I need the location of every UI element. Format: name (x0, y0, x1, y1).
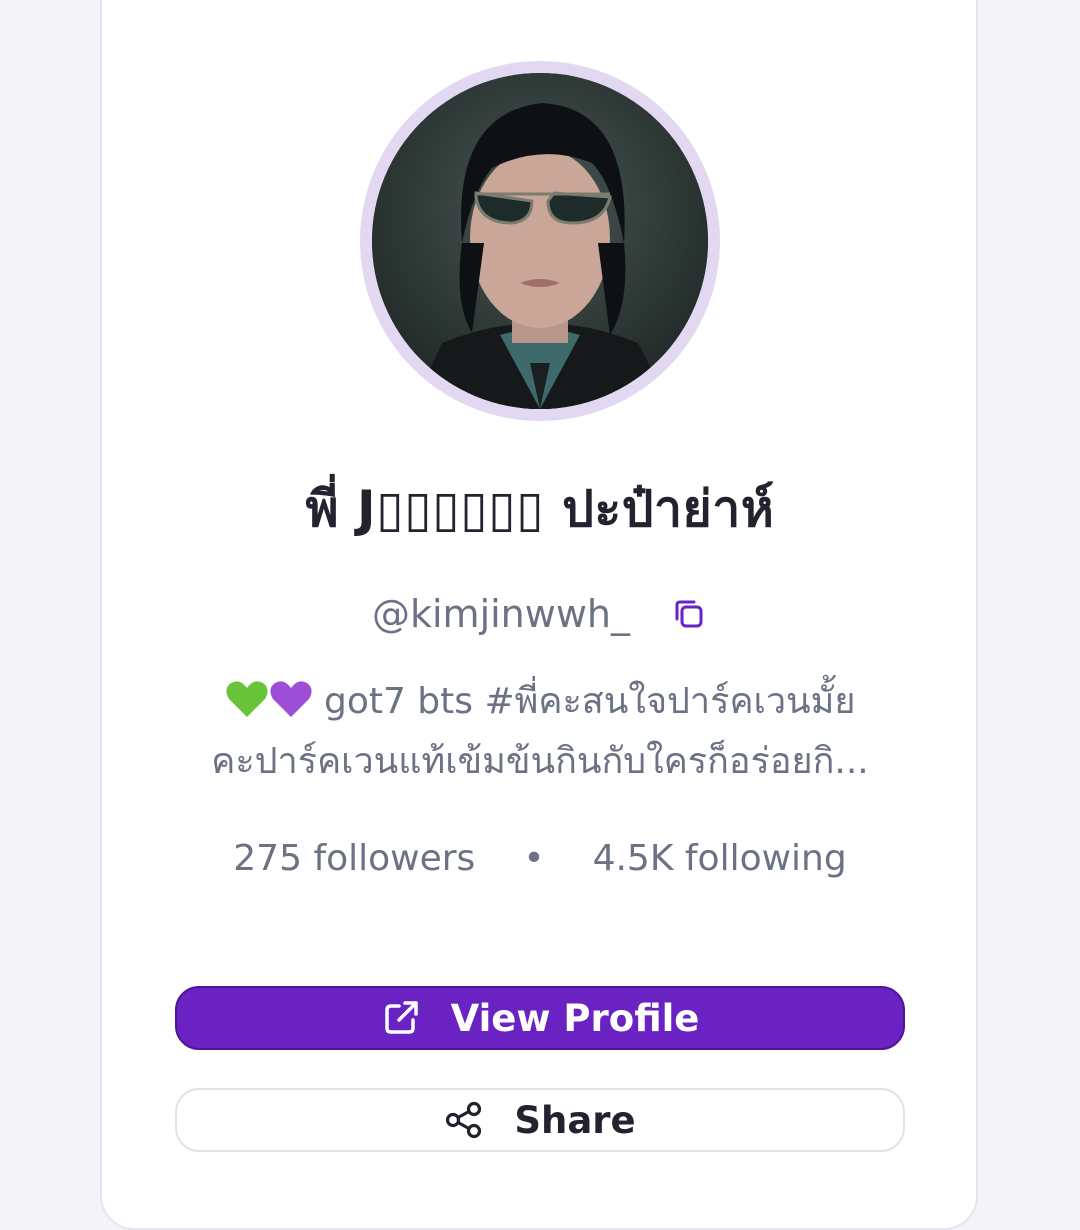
green-heart-icon (225, 678, 269, 718)
stats-separator: • (523, 837, 545, 879)
purple-heart-icon (269, 678, 313, 718)
view-profile-button[interactable]: View Profile (175, 986, 905, 1050)
view-profile-label: View Profile (450, 996, 700, 1040)
share-label: Share (514, 1098, 636, 1142)
bio-line-1: got7 bts #พี่คะสนใจปาร์คเวนมั้ย (170, 672, 910, 732)
bio-line-2: คะปาร์คเวนแท้เข้มข้นกินกับใครก็อร่อยกิ..… (211, 741, 869, 782)
following-count[interactable]: 4.5K following (593, 838, 847, 879)
username-handle: @kimjinwwh_ (371, 592, 631, 636)
follow-stats: 275 followers • 4.5K following (0, 828, 1080, 888)
bio: got7 bts #พี่คะสนใจปาร์คเวนมั้ย คะปาร์คเ… (170, 672, 910, 792)
share-icon (444, 1100, 484, 1140)
avatar-image (372, 73, 708, 409)
display-name: พี่ J▯▯▯▯▯▯ ปะป๋าย่าห์ (305, 480, 775, 538)
handle-row: @kimjinwwh_ (0, 584, 1080, 644)
copy-icon[interactable] (670, 595, 708, 633)
avatar[interactable] (372, 73, 708, 409)
bio-text-1: got7 bts #พี่คะสนใจปาร์คเวนมั้ย (323, 681, 856, 722)
share-button[interactable]: Share (175, 1088, 905, 1152)
external-link-icon (381, 998, 421, 1038)
followers-count[interactable]: 275 followers (233, 838, 475, 879)
